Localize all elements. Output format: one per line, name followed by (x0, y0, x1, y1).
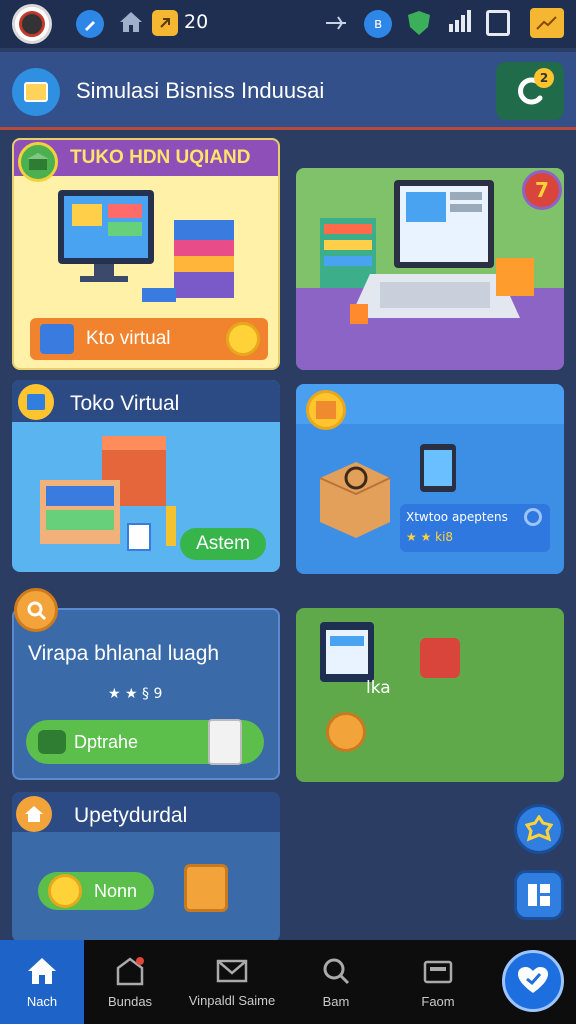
home-icon (28, 957, 56, 984)
card-update[interactable]: Upetydurdal Nonn (12, 792, 280, 942)
coin-icon (152, 10, 178, 36)
shield-icon (406, 9, 432, 37)
house-badge-icon (16, 796, 52, 832)
laptop-illustration (320, 180, 534, 324)
bluetooth-icon[interactable]: ʙ (364, 10, 392, 38)
card-title: TUKO HDN UQIAND (70, 147, 251, 168)
search-icon (323, 958, 350, 984)
wallet-icon (423, 960, 453, 983)
fan-icon (326, 712, 366, 752)
virtual-store-button[interactable]: Kto virtual (30, 318, 268, 360)
dashboard-icon (528, 884, 550, 906)
card-title: Upetydurdal (74, 804, 188, 827)
nav-label: Bundas (107, 993, 153, 1009)
store-icon (18, 384, 54, 420)
box-icon (40, 324, 74, 354)
card-title: Toko Virtual (70, 392, 180, 415)
card-promo[interactable]: lka (296, 608, 564, 782)
chat-fab[interactable] (502, 950, 564, 1012)
button-label: Dptrahe (74, 731, 139, 752)
nav-item-home[interactable]: Nach (0, 940, 84, 1024)
settings-badge-icon (525, 815, 553, 842)
edit-icon[interactable] (76, 10, 104, 38)
signal-icon (448, 10, 472, 32)
nav-item-messages[interactable]: Vinpaldl Saime (182, 940, 282, 1024)
nonn-button[interactable]: Nonn (38, 872, 154, 910)
button-label: Nonn (94, 880, 138, 901)
warehouse-illustration (40, 436, 176, 551)
dashboard-button[interactable] (514, 870, 564, 920)
box-icon (306, 390, 346, 430)
chat-badge: 2 (534, 68, 554, 88)
nav-label: Bam (322, 993, 350, 1009)
status-bar: 20 ʙ (0, 0, 576, 48)
computer-store-illustration (58, 190, 234, 302)
leaf-icon (38, 730, 66, 754)
info-text: Xtwtoo apeptens (406, 510, 508, 524)
chat-button[interactable]: 2 (496, 62, 564, 120)
search-badge-icon (14, 588, 58, 632)
nav-label: Faom (421, 993, 455, 1009)
dptrahe-button[interactable]: Dptrahe (26, 719, 264, 765)
rating: ★ ★ § 9 (108, 686, 163, 702)
card-title: Virapa bhlanal luagh (28, 642, 220, 665)
card-app-store[interactable]: Xtwtoo apeptens ★ ★ ki8 (296, 384, 564, 574)
home-icon[interactable] (118, 10, 144, 34)
coin-icon (226, 322, 260, 356)
airplane-icon (324, 14, 348, 32)
card-badge: 7 (522, 170, 562, 210)
nav-item-wallet[interactable]: Faom (396, 940, 480, 1024)
card-toko-virtual[interactable]: Toko Virtual Astem (12, 380, 280, 572)
status-count: 20 (184, 11, 209, 33)
nav-item-search[interactable]: Bam (294, 940, 378, 1024)
bottom-nav: Nach Bundas Vinpaldl Saime Bam Faom (0, 940, 576, 1024)
device-icon (208, 719, 242, 765)
info-icon (524, 508, 542, 526)
store-icon (116, 956, 144, 985)
app-title: Simulasi Bisniss Induusai (76, 78, 325, 103)
info-panel[interactable]: Xtwtoo apeptens ★ ★ ki8 (400, 504, 550, 552)
button-label: Kto virtual (86, 328, 171, 349)
mail-icon (216, 959, 248, 982)
button-label: Astem (196, 533, 250, 554)
store-badge-icon (18, 142, 58, 182)
card-laptop-store[interactable]: 7 (296, 168, 564, 370)
app-header: Simulasi Bisniss Induusai 2 (0, 52, 576, 130)
coin-icon (48, 874, 82, 908)
tag-icon (420, 638, 460, 678)
avatar[interactable] (12, 4, 52, 44)
chart-icon[interactable] (530, 8, 564, 38)
astem-button[interactable]: Astem (180, 528, 266, 560)
card-toko-online[interactable]: TUKO HDN UQIAND Kto virtual (12, 138, 280, 370)
nav-label: Vinpaldl Saime (188, 992, 276, 1008)
info-sub: ★ ★ ki8 (406, 530, 454, 544)
battery-icon (486, 10, 510, 36)
card-label: lka (366, 678, 391, 698)
app-logo-icon[interactable] (12, 68, 60, 116)
settings-badge-button[interactable] (514, 804, 564, 854)
photo-frame-icon (184, 864, 228, 912)
nav-item-stores[interactable]: Bundas (88, 940, 172, 1024)
nav-label: Nach (26, 993, 58, 1009)
heart-chat-icon (518, 967, 548, 993)
badge-number: 7 (535, 178, 549, 202)
card-offer[interactable]: Virapa bhlanal luagh ★ ★ § 9 Dptrahe (12, 608, 280, 780)
